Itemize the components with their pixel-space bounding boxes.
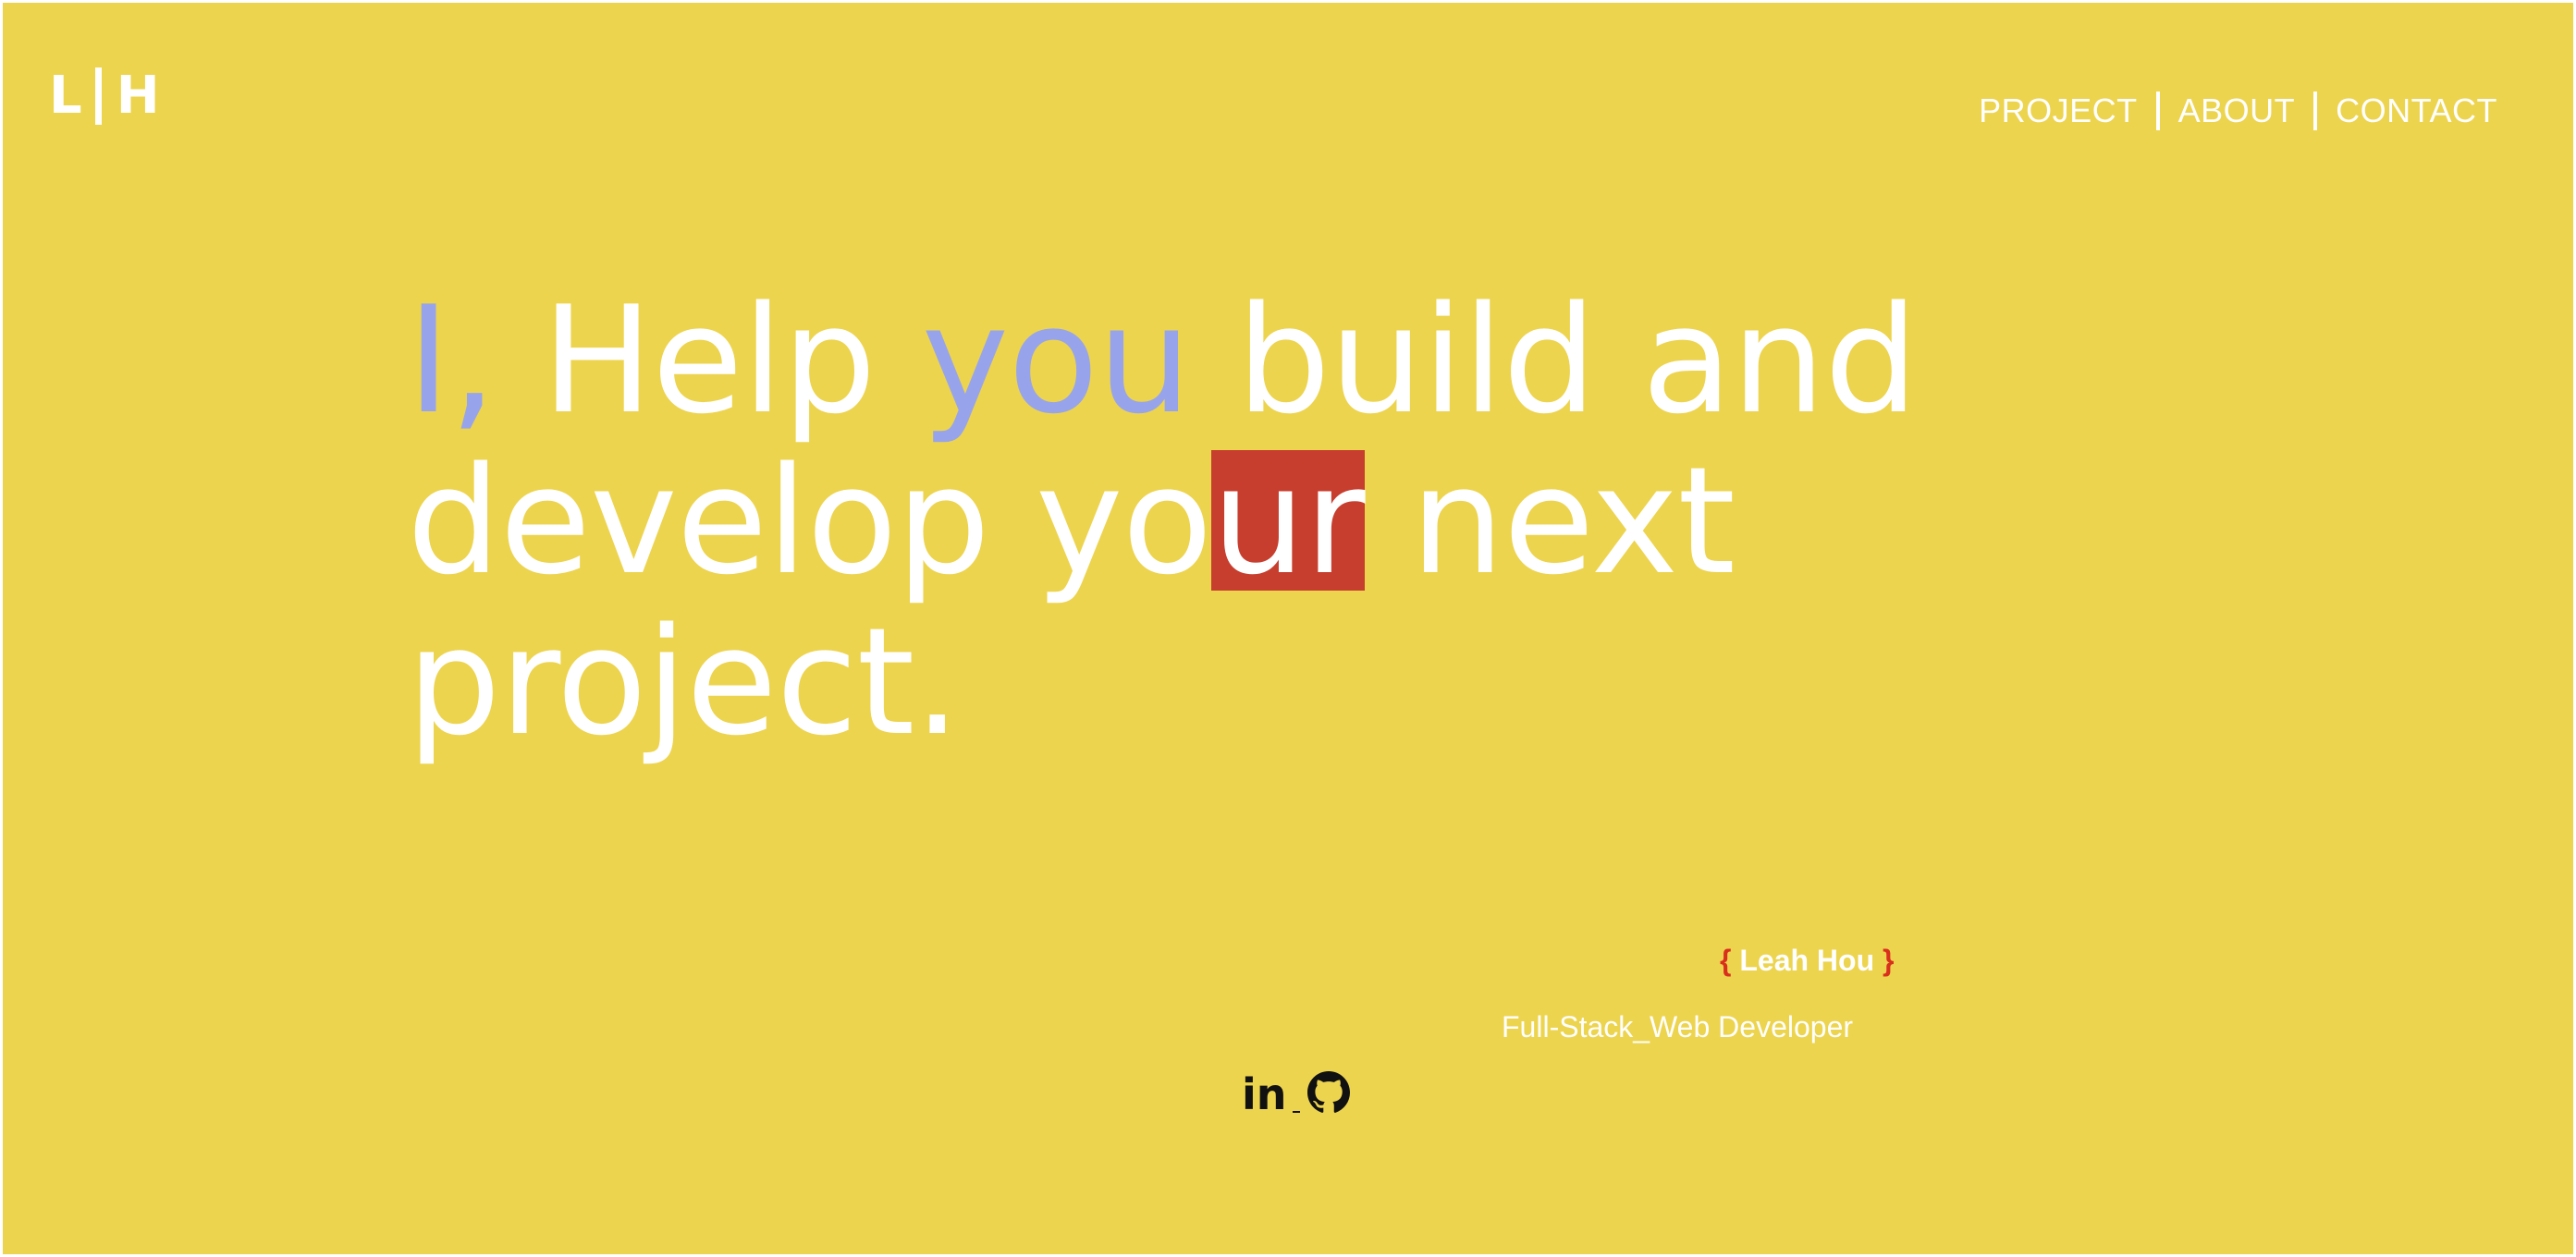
logo-letter-right: H: [116, 66, 160, 126]
nav-item-about[interactable]: ABOUT: [2178, 92, 2296, 130]
hero-text: Help: [496, 274, 922, 446]
nav-item-project[interactable]: PROJECT: [1979, 92, 2138, 130]
linkedin-icon[interactable]: in: [1242, 1070, 1287, 1118]
hero-line-2: develop your next: [407, 441, 2164, 602]
hero-text: project.: [407, 595, 961, 768]
nav-separator: [2313, 92, 2318, 130]
main-nav: PROJECT ABOUT CONTACT: [1979, 88, 2497, 134]
page: L H PROJECT ABOUT CONTACT I, Help you bu…: [3, 3, 2573, 1254]
hero-line-1: I, Help you build and: [407, 280, 2164, 441]
author-name: { Leah Hou }: [1720, 944, 1894, 978]
github-icon: [1306, 1071, 1350, 1113]
social-divider: [1292, 1111, 1300, 1113]
hero-text: build and: [1190, 274, 1918, 446]
hero-text: next: [1364, 434, 1736, 607]
author-role: Full-Stack_Web Developer: [1502, 1010, 1854, 1043]
hero-accent-i: I,: [407, 274, 497, 446]
author-name-text: Leah Hou: [1731, 944, 1883, 977]
nav-separator: [2155, 92, 2160, 130]
nav-item-contact[interactable]: CONTACT: [2336, 92, 2497, 130]
hero-headline: I, Help you build and develop your next …: [407, 280, 2164, 763]
brace-open: {: [1720, 944, 1732, 977]
logo[interactable]: L H: [49, 67, 160, 125]
logo-letter-left: L: [49, 66, 82, 126]
hero-text: develop yo: [407, 434, 1212, 607]
logo-divider: [94, 67, 102, 125]
hero-accent-you: you: [921, 274, 1192, 446]
brace-close: }: [1883, 944, 1895, 977]
github-link[interactable]: [1306, 1071, 1350, 1117]
hero-line-3: project.: [407, 602, 2164, 763]
social-links: in: [1242, 1070, 1350, 1118]
hero-highlight: ur: [1211, 434, 1366, 607]
